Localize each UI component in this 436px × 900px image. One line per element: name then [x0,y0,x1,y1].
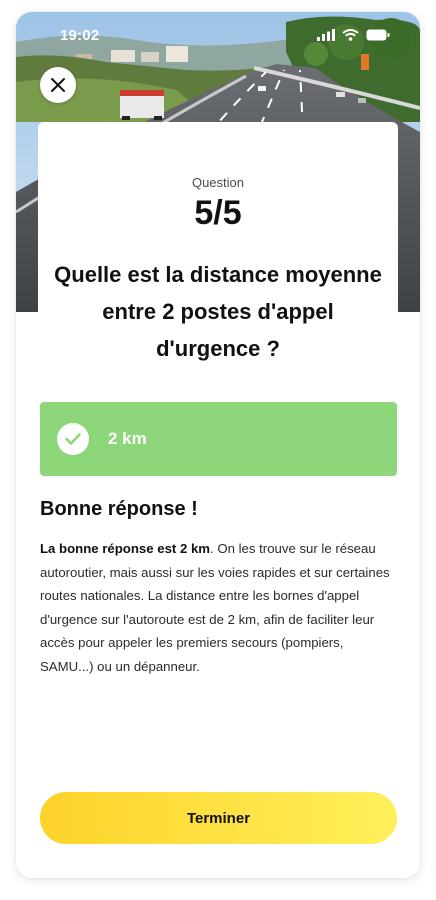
phone-screen: 19:02 Question 5/5 Quelle est la distanc… [16,12,420,878]
check-icon [57,423,89,455]
feedback-title: Bonne réponse ! [40,498,198,520]
feedback-text: La bonne réponse est 2 km. On les trouve… [40,537,400,678]
close-icon [51,78,65,92]
question-card: Question 5/5 Quelle est la distance moye… [38,122,398,362]
status-bar: 19:02 [16,12,420,60]
question-label: Question [191,175,245,190]
battery-icon [366,29,390,41]
question-counter: 5/5 [194,194,242,232]
status-time: 19:02 [60,27,100,44]
signal-icon [317,29,335,41]
feedback-highlight: La bonne réponse est 2 km [40,541,211,556]
wifi-icon [342,29,359,41]
close-button[interactable] [40,67,76,103]
finish-button[interactable]: Terminer [40,792,397,844]
answer-label: 2 km [108,429,147,448]
answer-option-correct[interactable]: 2 km [40,402,397,476]
feedback-body: . On les trouve sur le réseau autoroutie… [40,541,390,674]
question-text: Quelle est la distance moyenne entre 2 p… [54,262,382,361]
status-icons [317,29,390,41]
